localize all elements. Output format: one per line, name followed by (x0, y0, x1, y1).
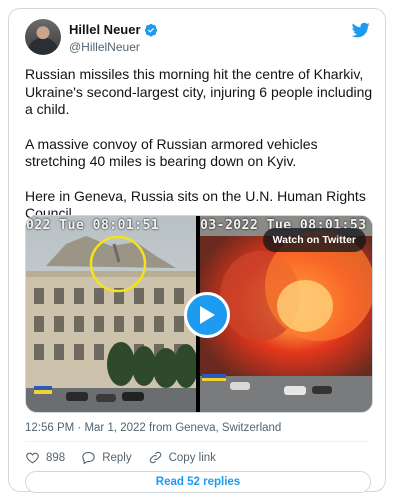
author-name-row[interactable]: Hillel Neuer (69, 22, 158, 37)
copy-link-button[interactable]: Copy link (148, 450, 216, 465)
divider (25, 441, 369, 442)
tweet-actions: 898 Reply Copy link (25, 450, 232, 465)
video-frame-building: 022 Tue 08:01:51 (26, 216, 196, 412)
video-timestamp-overlay: 022 Tue 08:01:51 (26, 218, 160, 233)
like-button[interactable]: 898 (25, 450, 65, 465)
twitter-bird-icon[interactable] (351, 21, 371, 39)
tweet-text: Russian missiles this morning hit the ce… (25, 66, 381, 240)
tweet-card: Hillel Neuer @HillelNeuer Russian missil… (8, 8, 386, 493)
video-media[interactable]: 022 Tue 08:01:51 03-2022 Tue 08:01:53 Wa… (25, 215, 373, 413)
building-still-image (26, 216, 196, 412)
author-display-name[interactable]: Hillel Neuer (69, 22, 141, 37)
tweet-paragraph: Russian missiles this morning hit the ce… (25, 66, 373, 117)
tweet-header: Hillel Neuer @HillelNeuer (25, 19, 371, 63)
author-handle[interactable]: @HillelNeuer (69, 40, 140, 54)
avatar[interactable] (25, 19, 61, 55)
tweet-timestamp[interactable]: 12:56 PM · Mar 1, 2022 from Geneva, Swit… (25, 422, 281, 434)
reply-button[interactable]: Reply (81, 450, 132, 465)
watch-on-twitter-badge[interactable]: Watch on Twitter (262, 228, 366, 252)
reply-bubble-icon (82, 451, 95, 465)
verified-badge-icon (144, 23, 157, 37)
link-icon (149, 451, 161, 464)
read-replies-button[interactable]: Read 52 replies (25, 471, 371, 493)
like-count: 898 (46, 451, 66, 464)
play-button[interactable] (184, 292, 230, 338)
heart-icon (26, 452, 39, 464)
tweet-paragraph: A massive convoy of Russian armored vehi… (25, 135, 318, 170)
play-icon (200, 306, 215, 324)
copy-link-label: Copy link (168, 451, 216, 464)
reply-label: Reply (102, 451, 132, 464)
